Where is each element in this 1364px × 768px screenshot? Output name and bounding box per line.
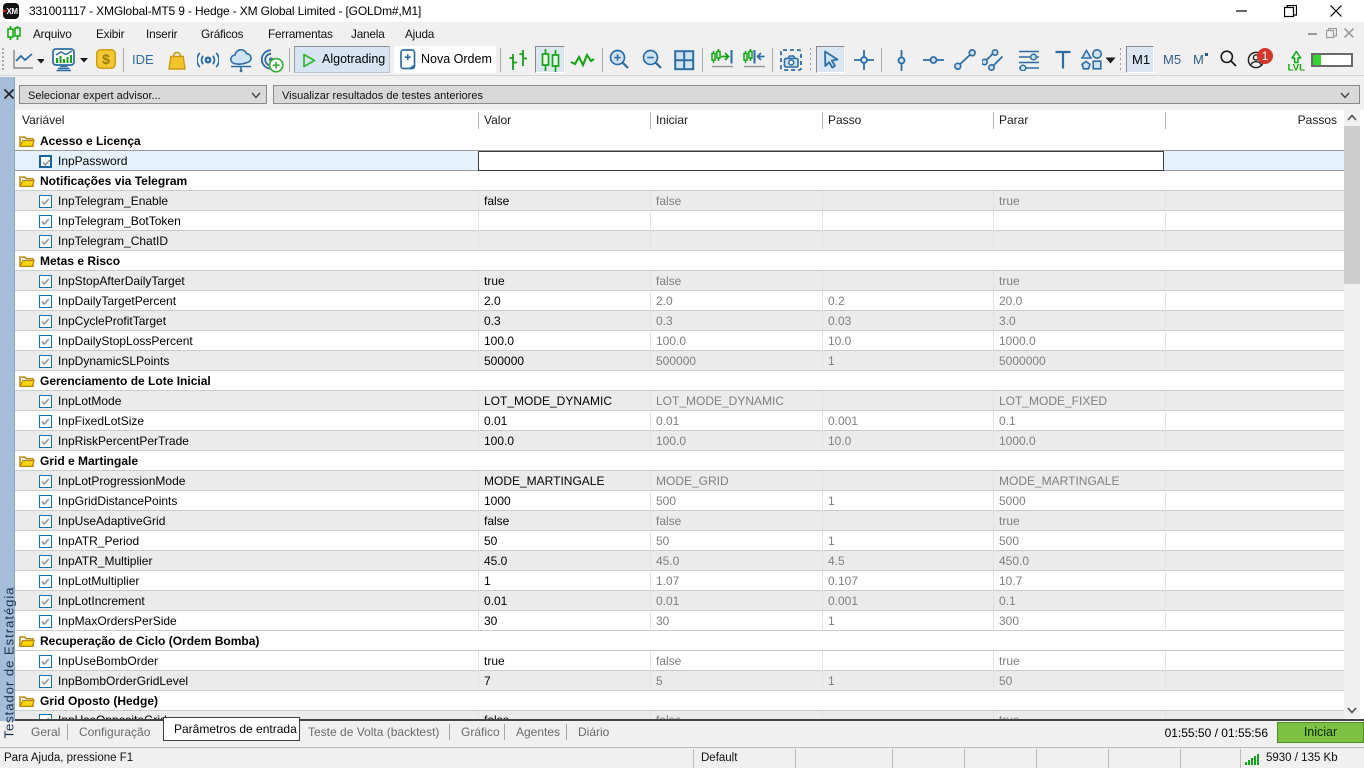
svg-text:1: 1 [1262, 49, 1269, 63]
svg-text:LVL: LVL [1288, 63, 1305, 73]
svg-text:$: $ [102, 51, 110, 67]
